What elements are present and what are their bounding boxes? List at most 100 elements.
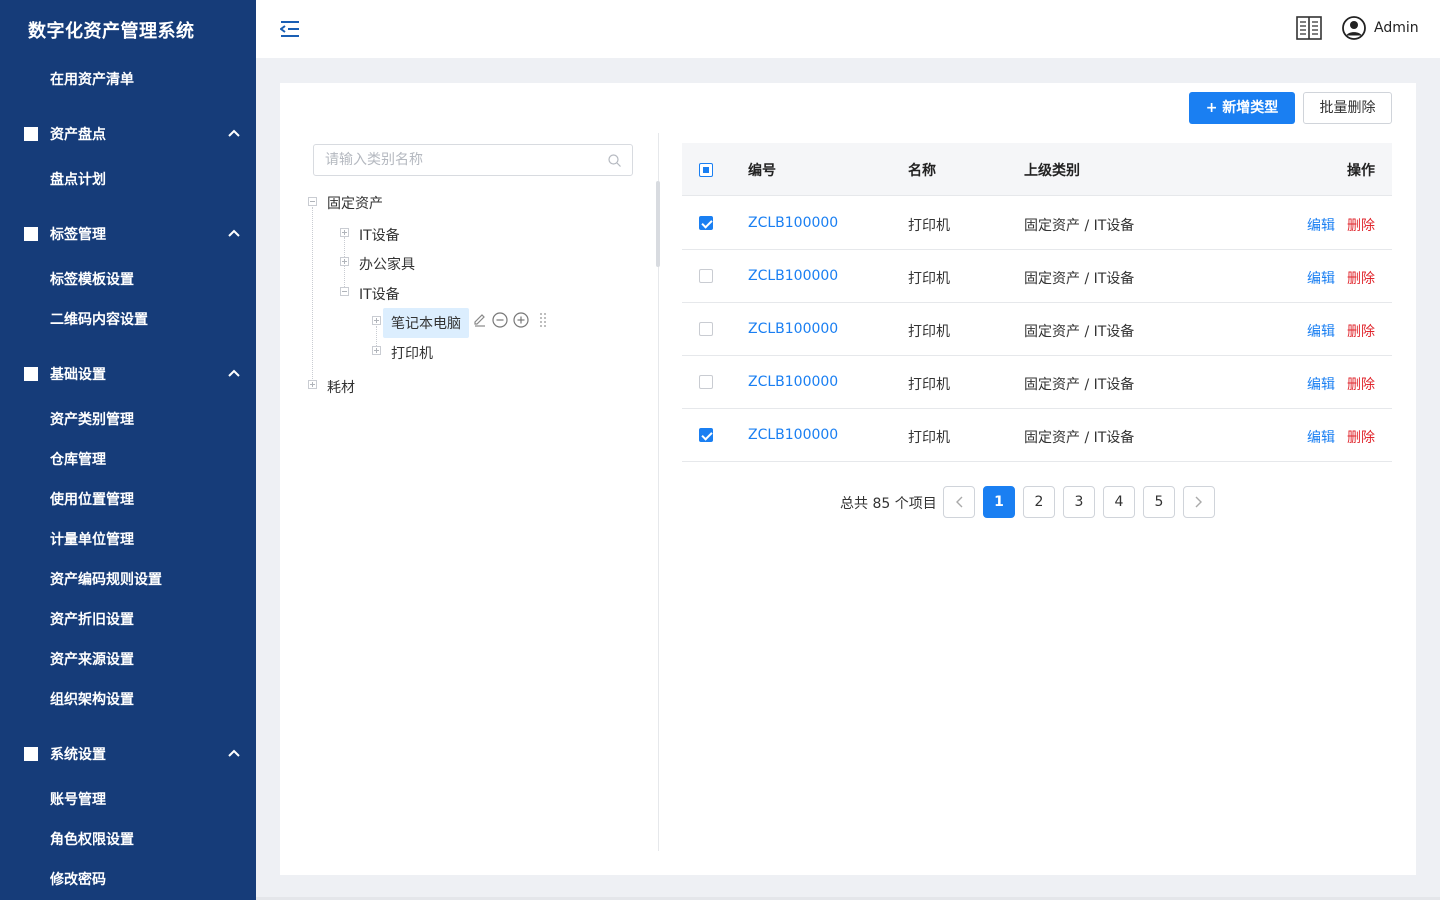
sidebar-item-depreciation[interactable]: 资产折旧设置 — [50, 609, 134, 629]
sidebar-item-location[interactable]: 使用位置管理 — [50, 489, 134, 509]
sidebar-item-org[interactable]: 组织架构设置 — [50, 689, 134, 709]
column-header-ops: 操作 — [1347, 163, 1375, 179]
row-code-link[interactable]: ZCLB100000 — [748, 215, 838, 231]
row-name: 打印机 — [908, 218, 950, 234]
edit-link[interactable]: 编辑 — [1307, 427, 1335, 447]
sidebar-group-system[interactable]: 系统设置 — [24, 744, 244, 764]
group-square-icon — [24, 227, 38, 241]
chevron-up-icon — [228, 129, 240, 137]
batch-delete-button[interactable]: 批量删除 — [1303, 92, 1392, 124]
sidebar-item-source[interactable]: 资产来源设置 — [50, 649, 134, 669]
pagination-page-3[interactable]: 3 — [1063, 486, 1095, 518]
pagination-page-1[interactable]: 1 — [983, 486, 1015, 518]
tree-expand-icon[interactable] — [372, 346, 381, 355]
delete-link[interactable]: 删除 — [1347, 268, 1375, 288]
row-checkbox[interactable] — [699, 375, 713, 389]
sidebar-group-label: 基础设置 — [50, 367, 106, 383]
group-square-icon — [24, 367, 38, 381]
row-parent: 固定资产 / IT设备 — [1024, 324, 1135, 340]
sidebar-group-label: 资产盘点 — [50, 127, 106, 143]
book-icon[interactable] — [1296, 16, 1322, 40]
user-circle-icon[interactable] — [1342, 16, 1366, 40]
table-row: ZCLB100000 打印机 固定资产 / IT设备 编辑 删除 — [682, 197, 1392, 250]
user-name[interactable]: Admin — [1374, 20, 1419, 36]
row-code-link[interactable]: ZCLB100000 — [748, 374, 838, 390]
sidebar-item-asset-category[interactable]: 资产类别管理 — [50, 409, 134, 429]
category-search-input[interactable] — [325, 145, 605, 175]
row-name: 打印机 — [908, 324, 950, 340]
tree-node-printer[interactable]: 打印机 — [391, 343, 433, 363]
sidebar-item-code-rule[interactable]: 资产编码规则设置 — [50, 569, 162, 589]
sidebar-item-unit[interactable]: 计量单位管理 — [50, 529, 134, 549]
row-code-link[interactable]: ZCLB100000 — [748, 268, 838, 284]
app-title: 数字化资产管理系统 — [28, 21, 195, 42]
tree-node-office-furniture[interactable]: 办公家具 — [359, 254, 415, 274]
sidebar-group-basic-settings[interactable]: 基础设置 — [24, 364, 244, 384]
edit-link[interactable]: 编辑 — [1307, 268, 1335, 288]
pagination-page-2[interactable]: 2 — [1023, 486, 1055, 518]
tree-expand-icon[interactable] — [340, 228, 349, 237]
sidebar-group-label: 标签管理 — [50, 227, 106, 243]
tree-node-it-equipment[interactable]: IT设备 — [359, 225, 400, 245]
delete-link[interactable]: 删除 — [1347, 215, 1375, 235]
pagination-next-button[interactable] — [1183, 486, 1215, 518]
pagination-page-4[interactable]: 4 — [1103, 486, 1135, 518]
sidebar-item-warehouse[interactable]: 仓库管理 — [50, 449, 106, 469]
row-checkbox[interactable] — [699, 322, 713, 336]
tree-collapse-icon[interactable] — [340, 287, 349, 296]
row-code-link[interactable]: ZCLB100000 — [748, 321, 838, 337]
tree-scrollbar[interactable] — [656, 181, 660, 267]
row-parent: 固定资产 / IT设备 — [1024, 218, 1135, 234]
remove-circle-icon[interactable] — [492, 312, 508, 328]
search-icon[interactable] — [608, 154, 621, 167]
content-card: + 新增类型 批量删除 固定资产 IT设备 办公家具 IT设备 笔记本电脑 打印… — [280, 83, 1416, 875]
row-checkbox[interactable] — [699, 216, 713, 230]
row-name: 打印机 — [908, 271, 950, 287]
menu-fold-icon[interactable] — [280, 20, 300, 38]
sidebar-group-label: 系统设置 — [50, 747, 106, 763]
tree-collapse-icon[interactable] — [308, 197, 317, 206]
row-name: 打印机 — [908, 377, 950, 393]
edit-icon[interactable] — [472, 312, 488, 328]
group-square-icon — [24, 747, 38, 761]
table-row: ZCLB100000 打印机 固定资产 / IT设备 编辑 删除 — [682, 303, 1392, 356]
row-code-link[interactable]: ZCLB100000 — [748, 427, 838, 443]
row-checkbox[interactable] — [699, 269, 713, 283]
sidebar-group-inventory[interactable]: 资产盘点 — [24, 124, 244, 144]
delete-link[interactable]: 删除 — [1347, 321, 1375, 341]
sidebar-item-assets-in-use[interactable]: 在用资产清单 — [50, 69, 134, 89]
pagination-total: 总共 85 个项目 — [840, 496, 937, 512]
table-row: ZCLB100000 打印机 固定资产 / IT设备 编辑 删除 — [682, 250, 1392, 303]
delete-link[interactable]: 删除 — [1347, 427, 1375, 447]
tree-node-laptop[interactable]: 笔记本电脑 — [383, 308, 469, 338]
chevron-up-icon — [228, 369, 240, 377]
edit-link[interactable]: 编辑 — [1307, 215, 1335, 235]
edit-link[interactable]: 编辑 — [1307, 321, 1335, 341]
tree-expand-icon[interactable] — [372, 316, 381, 325]
add-category-button[interactable]: + 新增类型 — [1189, 92, 1295, 124]
category-search[interactable] — [313, 144, 633, 176]
row-parent: 固定资产 / IT设备 — [1024, 271, 1135, 287]
sidebar-item-inventory-plan[interactable]: 盘点计划 — [50, 169, 106, 189]
sidebar-item-label-template[interactable]: 标签模板设置 — [50, 269, 134, 289]
tree-node-it-equipment-2[interactable]: IT设备 — [359, 284, 400, 304]
sidebar-item-qrcode-content[interactable]: 二维码内容设置 — [50, 309, 148, 329]
sidebar-item-role[interactable]: 角色权限设置 — [50, 829, 134, 849]
pagination-page-5[interactable]: 5 — [1143, 486, 1175, 518]
sidebar-item-password[interactable]: 修改密码 — [50, 869, 106, 889]
sidebar-group-labels[interactable]: 标签管理 — [24, 224, 244, 244]
tree-expand-icon[interactable] — [340, 257, 349, 266]
drag-handle-icon[interactable] — [535, 312, 551, 328]
delete-link[interactable]: 删除 — [1347, 374, 1375, 394]
pagination-prev-button[interactable] — [943, 486, 975, 518]
row-checkbox[interactable] — [699, 428, 713, 442]
table-row: ZCLB100000 打印机 固定资产 / IT设备 编辑 删除 — [682, 409, 1392, 462]
tree-expand-icon[interactable] — [308, 380, 317, 389]
add-circle-icon[interactable] — [513, 312, 529, 328]
tree-node-fixed-assets[interactable]: 固定资产 — [327, 193, 383, 213]
select-all-checkbox[interactable] — [699, 163, 713, 177]
tree-node-consumables[interactable]: 耗材 — [327, 377, 355, 397]
sidebar-item-account[interactable]: 账号管理 — [50, 789, 106, 809]
edit-link[interactable]: 编辑 — [1307, 374, 1335, 394]
table-row: ZCLB100000 打印机 固定资产 / IT设备 编辑 删除 — [682, 356, 1392, 409]
